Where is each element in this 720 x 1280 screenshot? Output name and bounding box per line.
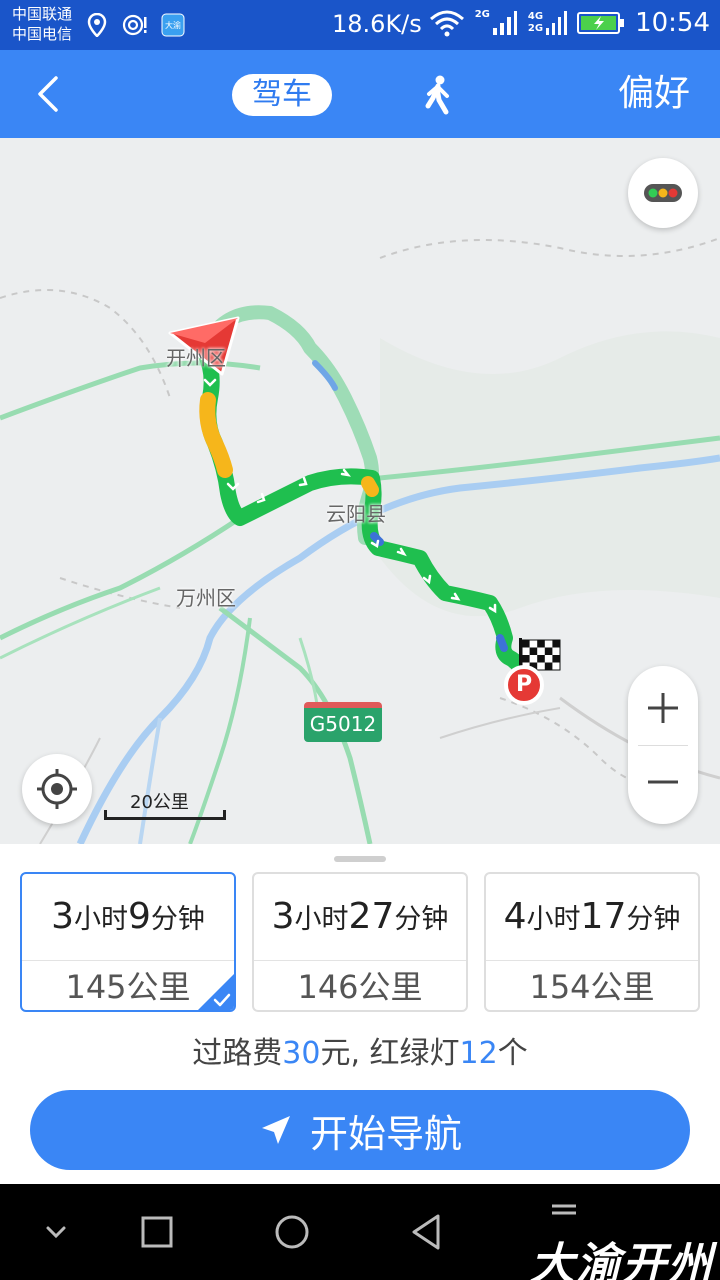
route-1-divider: [22, 960, 234, 961]
route-2-distance: 146公里: [297, 968, 423, 1006]
traffic-toggle-button[interactable]: [628, 158, 698, 228]
lights-label: 元, 红绿灯: [320, 1036, 460, 1071]
map-view[interactable]: 开州区 云阳县 万州区 P G5012 20公里: [0, 138, 720, 844]
route-panel: 3小时9分钟 145公里 3小时27分钟 146公里 4小时17分钟 154公里…: [0, 844, 720, 1184]
route-3-distance: 154公里: [529, 968, 655, 1006]
signal-1-icon: 2G: [475, 10, 518, 36]
route-2-divider: [254, 960, 466, 961]
zoom-out-button[interactable]: [628, 746, 698, 824]
route-option-1[interactable]: 3小时9分钟 145公里: [20, 872, 236, 1012]
drag-handle[interactable]: [334, 856, 386, 862]
zoom-control: [628, 666, 698, 824]
locate-icon: [37, 769, 77, 809]
net-type-2-top: 4G: [527, 11, 544, 22]
signal-2-icon: 4G 2G: [527, 10, 568, 36]
triangle-back-icon: [412, 1214, 440, 1250]
tab-drive[interactable]: 驾车: [232, 74, 332, 116]
route-1-minutes: 9: [128, 896, 151, 937]
route-3-hours-unit: 小时: [526, 904, 581, 935]
route-1-duration: 3小时9分钟: [22, 874, 234, 960]
battery-icon: [577, 12, 625, 34]
nav-back-button[interactable]: [404, 1208, 452, 1256]
selected-check-icon: [198, 974, 234, 1010]
header: 驾车 偏好: [0, 50, 720, 138]
system-nav-bar: 大渝开州: [0, 1184, 720, 1280]
route-2-minutes-unit: 分钟: [394, 904, 449, 935]
app-notification-icon: 大渝: [160, 12, 186, 38]
carrier-1: 中国联通: [12, 5, 73, 23]
carrier-2: 中国电信: [12, 25, 73, 43]
lights-value: 12: [459, 1036, 498, 1071]
plus-icon: [648, 693, 678, 723]
highway-shield: G5012: [304, 702, 382, 742]
route-2-hours: 3: [271, 896, 295, 937]
back-button[interactable]: [30, 72, 70, 116]
nav-recents-button[interactable]: [133, 1208, 181, 1256]
hotspot-icon: [122, 12, 148, 38]
route-2-minutes: 27: [348, 896, 395, 937]
start-navigation-label: 开始导航: [309, 1111, 462, 1156]
toll-label: 过路费: [192, 1036, 283, 1071]
net-type-2-bottom: 2G: [527, 23, 544, 34]
back-icon: [38, 76, 58, 112]
route-option-3[interactable]: 4小时17分钟 154公里: [484, 872, 700, 1012]
net-type-1: 2G: [474, 9, 490, 20]
nav-home-button[interactable]: [268, 1208, 316, 1256]
watermark-logo: 大渝开州: [530, 1239, 714, 1280]
route-1-hours-unit: 小时: [74, 904, 128, 935]
tab-walk[interactable]: [420, 74, 456, 116]
circle-icon: [275, 1215, 309, 1249]
map-scale: 20公里: [104, 786, 226, 822]
minus-icon: [648, 780, 678, 784]
map-label-yunyang: 云阳县: [326, 502, 386, 526]
nav-hide-button[interactable]: [32, 1208, 80, 1256]
route-3-divider: [486, 960, 698, 961]
walk-icon: [425, 75, 449, 115]
status-right: 2G 4G 2G 10:54: [429, 8, 710, 38]
route-3-minutes-unit: 分钟: [626, 904, 681, 935]
menu-icon: [552, 1204, 576, 1215]
wifi-icon: [429, 10, 464, 37]
route-3-hours: 4: [503, 896, 527, 937]
status-bar: 中国联通 中国电信 大渝 18.6K/s 2G 4G 2G 10:54: [0, 0, 720, 50]
traffic-light-icon: [644, 184, 682, 202]
toll-value: 30: [282, 1036, 321, 1071]
square-icon: [141, 1216, 173, 1248]
clock: 10:54: [635, 8, 710, 38]
zoom-in-button[interactable]: [628, 666, 698, 744]
carriers: 中国联通 中国电信: [12, 4, 72, 44]
notification-icons: 大渝: [84, 12, 186, 38]
lights-unit: 个: [497, 1036, 528, 1071]
parking-marker[interactable]: P: [506, 667, 542, 703]
svg-text:大渝: 大渝: [165, 20, 181, 30]
network-speed: 18.6K/s: [332, 10, 422, 38]
preferences-button[interactable]: 偏好: [618, 70, 690, 118]
locate-button[interactable]: [22, 754, 92, 824]
route-option-2[interactable]: 3小时27分钟 146公里: [252, 872, 468, 1012]
map-label-wanzhou: 万州区: [176, 586, 236, 610]
route-1-hours: 3: [51, 896, 74, 937]
navigate-arrow-icon: [261, 1116, 290, 1144]
chevron-down-icon: [46, 1226, 66, 1239]
start-navigation-button[interactable]: 开始导航: [30, 1090, 690, 1170]
route-1-minutes-unit: 分钟: [150, 904, 205, 935]
route-3-minutes: 17: [580, 896, 627, 937]
route-2-hours-unit: 小时: [294, 904, 349, 935]
route-2-duration: 3小时27分钟: [254, 874, 466, 960]
map-label-kaizhou: 开州区: [166, 346, 226, 370]
route-summary: 过路费30元, 红绿灯12个: [0, 1028, 720, 1072]
scale-bar: [104, 810, 226, 820]
location-pin-icon: [84, 12, 110, 38]
route-3-duration: 4小时17分钟: [486, 874, 698, 960]
